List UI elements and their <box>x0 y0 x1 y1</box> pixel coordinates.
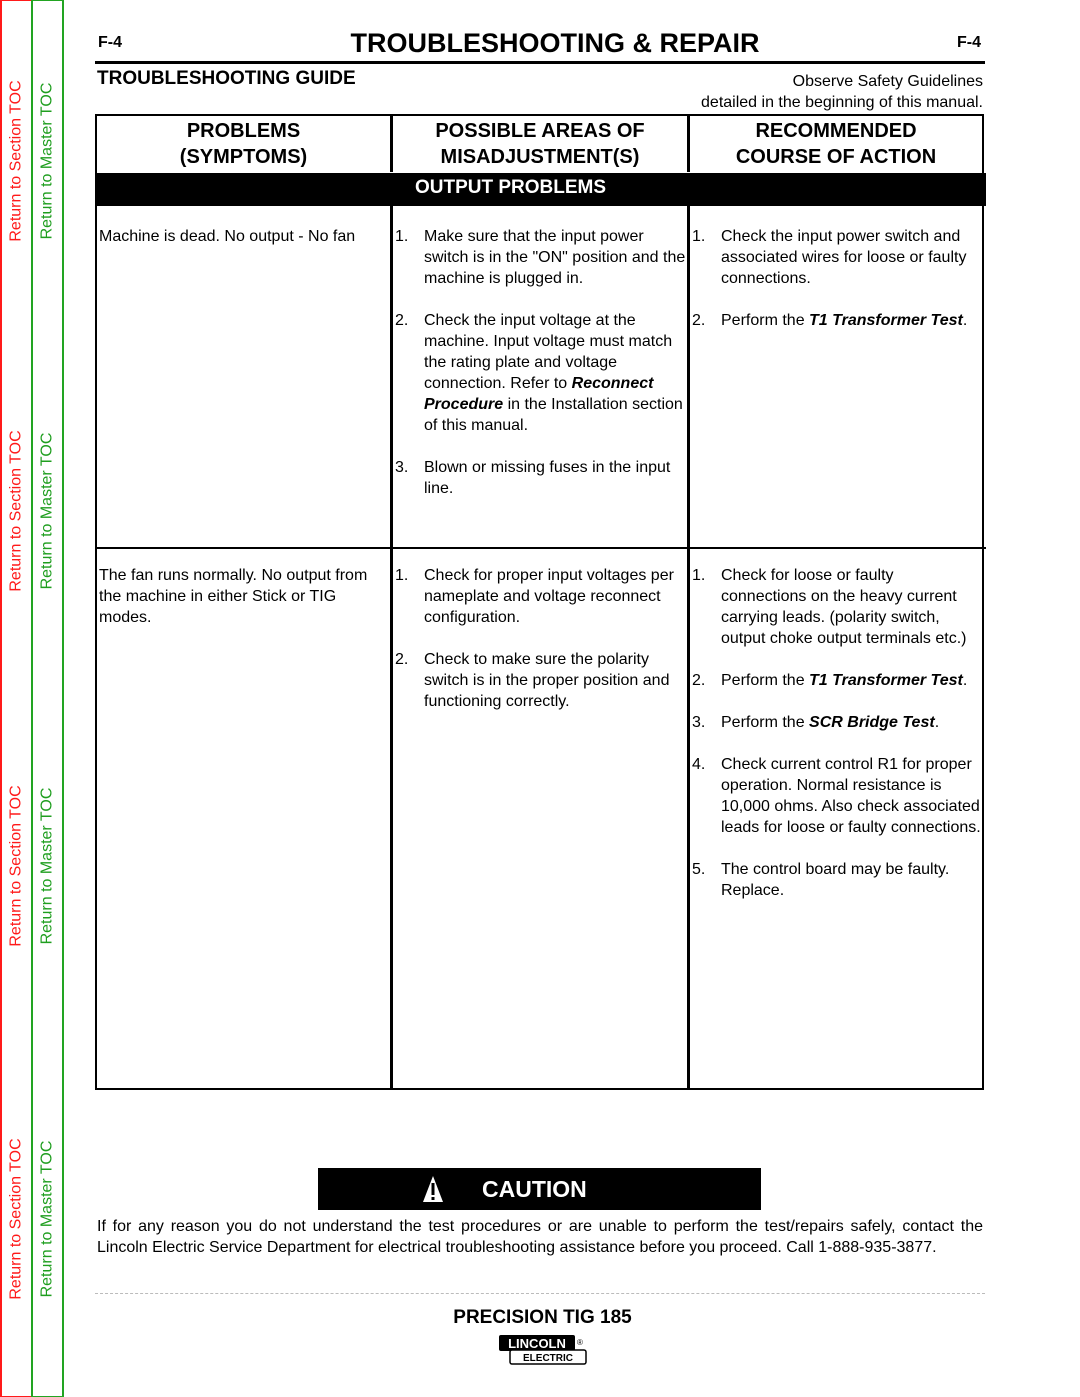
column-header-possible-areas: POSSIBLE AREAS OF MISADJUSTMENT(S) <box>435 120 645 168</box>
list-item: 3. Perform the SCR Bridge Test. <box>692 714 940 731</box>
row-divider <box>95 547 986 549</box>
model-name: PRECISION TIG 185 <box>453 1307 632 1328</box>
list-item: 3. Blown or missing fuses in the input li… <box>395 459 671 497</box>
return-to-master-toc-link[interactable]: Return to Master TOC <box>33 61 62 261</box>
troubleshooting-table: PROBLEMS (SYMPTOMS) POSSIBLE AREAS OF MISA… <box>95 114 986 1090</box>
return-to-master-toc-link[interactable]: Return to Master TOC <box>33 1119 62 1319</box>
section-toc-sidebar: Return to Section TOC Return to Section … <box>0 0 33 1397</box>
return-to-section-toc-link[interactable]: Return to Section TOC <box>2 1119 31 1319</box>
list-item: 1. Check for loose or faulty connections … <box>692 567 967 647</box>
return-to-master-toc-link[interactable]: Return to Master TOC <box>33 411 62 611</box>
list-item: 1. Check the input power switch and assoc… <box>692 228 967 287</box>
list-item: 5. The control board may be faulty. Repla… <box>692 861 950 899</box>
list-item: 2. Check the input voltage at the machine… <box>395 312 683 434</box>
caution-text: If for any reason you do not understand … <box>97 1218 983 1256</box>
section-band-label: OUTPUT PROBLEMS <box>415 177 607 198</box>
actions-list: 1. Check for loose or faulty connections … <box>692 565 982 922</box>
t1-transformer-test-ref: T1 Transformer Test <box>809 312 963 329</box>
column-divider <box>687 206 690 1088</box>
return-to-section-toc-link[interactable]: Return to Section TOC <box>2 61 31 261</box>
column-divider <box>687 116 690 172</box>
master-toc-sidebar: Return to Master TOC Return to Master TO… <box>31 0 64 1397</box>
list-item: 2. Check to make sure the polarity switch… <box>395 651 670 710</box>
list-item: 1. Check for proper input voltages per na… <box>395 567 674 626</box>
scr-bridge-test-ref: SCR Bridge Test <box>809 714 935 731</box>
logo-lincoln-text: LINCOLN <box>508 1336 566 1351</box>
title-rule <box>95 61 985 64</box>
return-to-section-toc-link[interactable]: Return to Section TOC <box>2 766 31 966</box>
symptom-cell: Machine is dead. No output - No fan <box>99 228 356 245</box>
column-header-recommended-action: RECOMMENDED COURSE OF ACTION <box>735 120 937 168</box>
list-item: 2. Perform the T1 Transformer Test. <box>692 672 968 689</box>
caution-banner: CAUTION <box>318 1168 761 1210</box>
t1-transformer-test-ref: T1 Transformer Test <box>809 672 963 689</box>
areas-list: 1. Make sure that the input power switch … <box>395 226 687 520</box>
return-to-master-toc-link[interactable]: Return to Master TOC <box>33 766 62 966</box>
logo-registered-mark: ® <box>577 1338 583 1347</box>
lincoln-electric-logo: LINCOLN ® ELECTRIC <box>499 1335 587 1365</box>
list-item: 4. Check current control R1 for proper op… <box>692 756 981 836</box>
warning-triangle-icon <box>423 1176 443 1202</box>
footer-divider <box>95 1293 985 1294</box>
column-header-problems: PROBLEMS (SYMPTOMS) <box>179 120 308 168</box>
list-item: 1. Make sure that the input power switch … <box>395 228 686 287</box>
safety-note: Observe Safety Guidelines detailed in th… <box>701 73 983 111</box>
symptom-cell: The fan runs normally. No output from th… <box>99 567 368 626</box>
caution-label: CAUTION <box>482 1175 587 1202</box>
return-to-section-toc-link[interactable]: Return to Section TOC <box>2 411 31 611</box>
section-band: OUTPUT PROBLEMS <box>95 173 986 206</box>
actions-list: 1. Check the input power switch and assoc… <box>692 226 982 352</box>
guide-title: TROUBLESHOOTING GUIDE <box>97 68 356 89</box>
column-divider <box>390 206 393 1088</box>
list-item: 2. Perform the T1 Transformer Test. <box>692 312 968 329</box>
page-title: TROUBLESHOOTING & REPAIR <box>350 28 760 58</box>
page-number-right: F-4 <box>957 34 981 51</box>
column-divider <box>390 116 393 172</box>
logo-electric-text: ELECTRIC <box>523 1353 573 1364</box>
areas-list: 1. Check for proper input voltages per na… <box>395 565 687 733</box>
